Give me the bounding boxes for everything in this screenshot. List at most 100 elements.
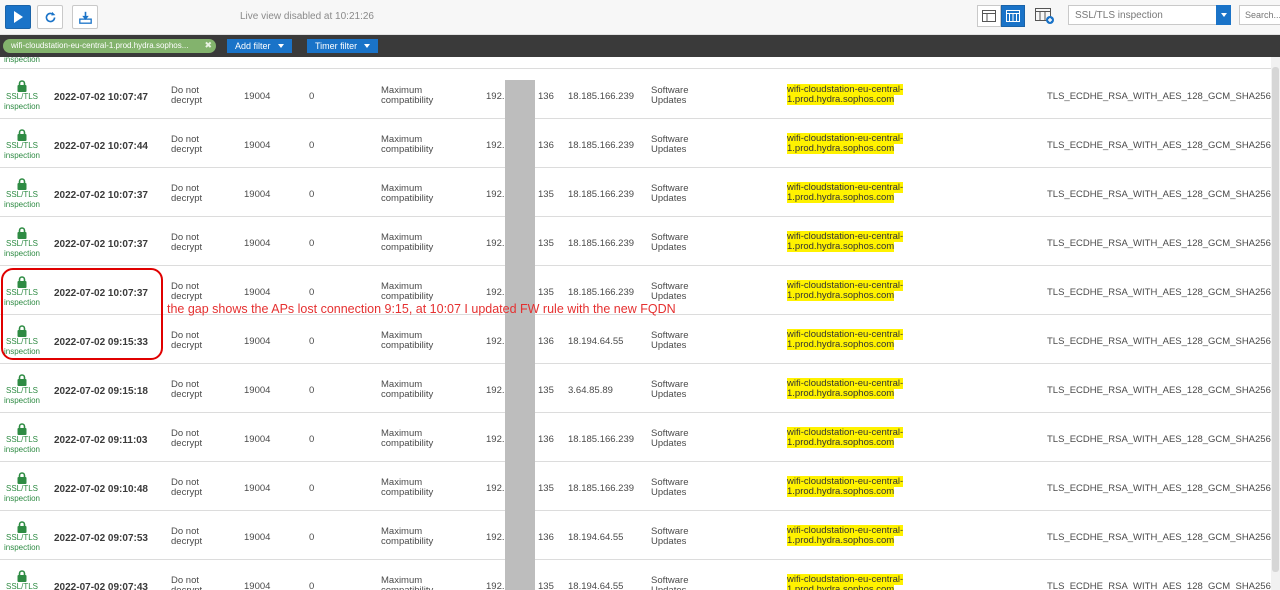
- rule-id-cell: 19004: [244, 532, 271, 543]
- cipher-cell: TLS_ECDHE_RSA_WITH_AES_128_GCM_SHA256: [1047, 483, 1271, 494]
- log-type-cell: SSL/TLSinspection: [0, 178, 44, 209]
- log-type-line2: inspection: [3, 199, 41, 209]
- chevron-down-icon[interactable]: [1216, 5, 1231, 25]
- table-row[interactable]: inspection: [0, 57, 1280, 69]
- log-type-line2: inspection: [3, 542, 41, 552]
- toolbar: Live view disabled at 10:21:26 SSL/TLS i…: [0, 0, 1280, 35]
- play-icon: [14, 11, 23, 23]
- table-row[interactable]: SSL/TLSinspection 2022-07-02 09:07:43 Do n…: [0, 560, 1280, 590]
- grid-view-button[interactable]: [1001, 5, 1025, 27]
- category-line2: Updates: [651, 242, 687, 253]
- category-line2: Updates: [651, 389, 687, 400]
- table-row[interactable]: SSL/TLS inspection 2022-07-02 09:15:33 Do n…: [0, 315, 1280, 364]
- log-type-cell: SSL/TLSinspection: [0, 521, 44, 552]
- cipher-cell: TLS_ECDHE_RSA_WITH_AES_128_GCM_SHA256: [1047, 434, 1271, 445]
- lock-icon: [17, 423, 27, 435]
- action-line2: decrypt: [171, 536, 203, 547]
- fqdn-line2: 1.prod.hydra.sophos.com: [787, 388, 895, 399]
- policy-line2: compatibility: [381, 144, 434, 155]
- category-cell: SoftwareUpdates: [651, 478, 721, 498]
- log-type-line2: inspection: [3, 248, 41, 258]
- category-line2: Updates: [651, 487, 687, 498]
- fqdn-line2: 1.prod.hydra.sophos.com: [787, 290, 895, 301]
- lock-icon: [17, 227, 27, 239]
- source-ip-start: 192.: [486, 336, 505, 347]
- source-ip-end: 135: [538, 238, 554, 249]
- source-ip-start: 192.: [486, 483, 505, 494]
- scrollbar-thumb[interactable]: [1272, 67, 1279, 572]
- policy-cell: Maximumcompatibility: [381, 86, 461, 106]
- count-cell: 0: [309, 336, 315, 347]
- column-settings-icon: [1035, 8, 1054, 24]
- log-type-line1: SSL/TLS: [5, 141, 38, 150]
- category-line2: Updates: [651, 585, 686, 590]
- export-button[interactable]: [72, 5, 98, 29]
- source-ip-end: 136: [538, 434, 554, 445]
- policy-cell: Maximumcompatibility: [381, 380, 461, 400]
- close-icon[interactable]: ✖: [204, 40, 212, 51]
- category-line2: Updates: [651, 536, 687, 547]
- play-button[interactable]: [5, 5, 31, 29]
- policy-line2: compatibility: [381, 291, 434, 302]
- vertical-scrollbar[interactable]: [1271, 57, 1280, 590]
- fqdn-cell: wifi-cloudstation-eu-central- 1.prod.hydr…: [787, 329, 927, 350]
- table-row[interactable]: SSL/TLS inspection 2022-07-02 09:15:18 Do n…: [0, 364, 1280, 413]
- lock-icon: [17, 521, 27, 533]
- fqdn-line2: 1.prod.hydra.sophos.com: [787, 241, 895, 252]
- cipher-cell: TLS_ECDHE_RSA_WITH_AES_128_GCM_SHA256: [1047, 238, 1271, 249]
- policy-cell: Maximumcompatibility: [381, 478, 461, 498]
- table-row[interactable]: SSL/TLS inspection 2022-07-02 10:07:37 Do n…: [0, 168, 1280, 217]
- grid-view-icon: [1006, 10, 1020, 22]
- table-row[interactable]: SSL/TLS inspection 2022-07-02 10:07:47 Do n…: [0, 70, 1280, 119]
- timer-filter-button[interactable]: Timer filter: [307, 39, 379, 53]
- category-cell: SoftwareUpdates: [651, 576, 721, 590]
- source-ip-end: 136: [538, 91, 554, 102]
- rule-id-cell: 19004: [244, 287, 271, 298]
- action-cell: Do notdecrypt: [171, 233, 221, 253]
- source-ip-end: 135: [538, 385, 554, 396]
- table-row[interactable]: SSL/TLS inspection 2022-07-02 10:07:44 Do n…: [0, 119, 1280, 168]
- search-input[interactable]: Search...: [1239, 5, 1280, 25]
- policy-line2: compatibility: [381, 193, 434, 204]
- table-row[interactable]: SSL/TLS inspection 2022-07-02 09:07:53 Do n…: [0, 511, 1280, 560]
- source-ip-start: 192.: [486, 581, 505, 590]
- detail-view-icon: [982, 10, 996, 22]
- category-line2: Updates: [651, 438, 687, 449]
- log-type-select[interactable]: SSL/TLS inspection: [1068, 5, 1231, 25]
- time-cell: 2022-07-02 09:11:03: [54, 435, 148, 446]
- count-cell: 0: [309, 483, 315, 494]
- source-ip-end: 136: [538, 336, 554, 347]
- table-row[interactable]: SSL/TLS inspection 2022-07-02 09:10:48 Do n…: [0, 462, 1280, 511]
- action-cell: Do notdecrypt: [171, 576, 221, 590]
- add-filter-button[interactable]: Add filter: [227, 39, 292, 53]
- category-cell: SoftwareUpdates: [651, 233, 721, 253]
- fqdn-cell: wifi-cloudstation-eu-central- 1.prod.hydr…: [787, 133, 927, 154]
- rule-id-cell: 19004: [244, 483, 271, 494]
- table-row[interactable]: SSL/TLS inspection 2022-07-02 09:11:03 Do n…: [0, 413, 1280, 462]
- category-line2: Updates: [651, 144, 687, 155]
- fqdn-line2: 1.prod.hydra.sophos.com: [787, 143, 895, 154]
- detail-view-button[interactable]: [977, 5, 1001, 27]
- destination-ip-cell: 18.185.166.239: [568, 287, 635, 298]
- annotation-highlight-box: [1, 268, 163, 360]
- column-settings-button[interactable]: [1033, 5, 1057, 27]
- policy-line2: compatibility: [381, 438, 434, 449]
- count-cell: 0: [309, 189, 315, 200]
- time-cell: 2022-07-02 09:07:43: [54, 582, 148, 590]
- action-line2: decrypt: [171, 242, 203, 253]
- refresh-button[interactable]: [37, 5, 63, 29]
- active-filter-chip[interactable]: wifi-cloudstation-eu-central-1.prod.hydr…: [3, 39, 216, 53]
- time-cell: 2022-07-02 10:07:37: [54, 190, 148, 201]
- policy-cell: Maximumcompatibility: [381, 233, 461, 253]
- policy-cell: Maximumcompatibility: [381, 135, 461, 155]
- log-type-value: SSL/TLS inspection: [1075, 10, 1163, 21]
- count-cell: 0: [309, 287, 315, 298]
- destination-ip-cell: 18.185.166.239: [568, 238, 635, 249]
- cipher-cell: TLS_ECDHE_RSA_WITH_AES_128_GCM_SHA256: [1047, 385, 1271, 396]
- source-ip-end: 135: [538, 189, 554, 200]
- source-ip-start: 192.: [486, 434, 505, 445]
- destination-ip-cell: 18.185.166.239: [568, 483, 635, 494]
- chevron-down-icon: [277, 44, 284, 48]
- table-row[interactable]: SSL/TLS inspection 2022-07-02 10:07:37 Do n…: [0, 217, 1280, 266]
- rule-id-cell: 19004: [244, 385, 271, 396]
